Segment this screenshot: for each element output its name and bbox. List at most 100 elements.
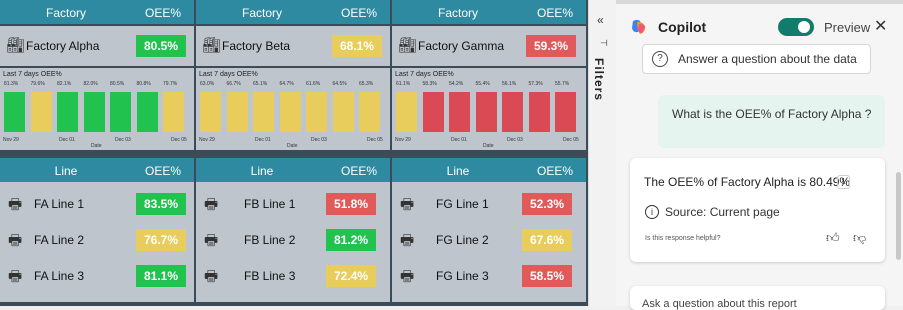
filters-pane[interactable]: « ⊣ Filters — [588, 0, 616, 306]
bar-area: 63.0% 66.7% 65.1% 64.7% 61.6% 64.5% 65.3% Nov 2… — [199, 80, 387, 149]
line-oee-badge: 52.3% — [522, 193, 572, 215]
bar-data-label: 82.0% — [83, 81, 98, 87]
machine-icon: 🖶︎ — [8, 232, 23, 249]
line-row[interactable]: 🖶︎ FB Line 2 81.2% — [196, 222, 390, 258]
bar-data-label: 66.7% — [226, 81, 241, 87]
bar[interactable] — [163, 92, 184, 132]
pin-icon[interactable]: ⊣ — [600, 38, 608, 49]
line-name: FB Line 3 — [244, 269, 296, 283]
trend-title: Last 7 days OEE% — [199, 71, 258, 78]
report-canvas: Factory OEE% 🏭︎ Factory Alpha 80.5% Last… — [0, 0, 588, 306]
factory-name: Factory Beta — [222, 39, 291, 53]
factory-card[interactable]: 🏭︎ Factory Alpha 80.5% — [0, 26, 194, 66]
trend-chart: Last 7 days OEE% 61.1% 58.3% 54.2% 55.4% 56.… — [392, 68, 586, 150]
line-row[interactable]: 🖶︎ FG Line 1 52.3% — [392, 186, 586, 222]
bar[interactable] — [279, 92, 301, 132]
question-icon: ? — [652, 51, 668, 67]
axis-tick-label: Dec 01 — [255, 137, 271, 143]
bar[interactable] — [475, 92, 497, 132]
reference-badge[interactable]: 1 — [837, 175, 850, 189]
thumbs-down-icon[interactable]: 👎︎ — [853, 230, 866, 246]
bar[interactable] — [449, 92, 470, 132]
bar[interactable] — [57, 92, 78, 132]
line-name: FB Line 1 — [244, 197, 296, 211]
preview-toggle[interactable] — [778, 18, 814, 36]
line-name: FA Line 3 — [34, 269, 85, 283]
user-message: What is the OEE% of Factory Alpha ? — [658, 95, 885, 148]
line-row[interactable]: 🖶︎ FA Line 1 83.5% — [0, 186, 194, 222]
bar[interactable] — [200, 92, 221, 132]
factory-card[interactable]: 🏭︎ Factory Beta 68.1% — [196, 26, 390, 66]
copilot-title: Copilot — [658, 19, 707, 35]
factory-header: Factory OEE% — [392, 0, 586, 24]
line-row[interactable]: 🖶︎ FB Line 3 72.4% — [196, 258, 390, 294]
bar-data-label: 79.6% — [30, 81, 45, 87]
bar[interactable] — [30, 92, 52, 132]
bar[interactable] — [332, 92, 354, 132]
bar[interactable] — [555, 92, 576, 132]
bar-data-label: 80.8% — [136, 81, 151, 87]
machine-icon: 🖶︎ — [400, 196, 415, 213]
bar[interactable] — [253, 92, 274, 132]
bar[interactable] — [4, 92, 25, 132]
copilot-pane: Copilot Preview ✕ ? Answer a question ab… — [616, 0, 903, 310]
scrollbar[interactable] — [896, 172, 901, 260]
line-header: Line OEE% — [196, 158, 390, 182]
bar[interactable] — [422, 92, 444, 132]
bar-data-label: 61.6% — [306, 81, 321, 87]
bar[interactable] — [502, 92, 523, 132]
line-row[interactable]: 🖶︎ FG Line 3 58.5% — [392, 258, 586, 294]
response-card: The OEE% of Factory Alpha is 80.49% 1 i … — [630, 158, 885, 262]
factory-column: Factory OEE% 🏭︎ Factory Beta 68.1% Last … — [196, 0, 390, 306]
axis-tick-label: Dec 01 — [451, 137, 467, 143]
info-icon: i — [645, 205, 659, 219]
bar[interactable] — [359, 92, 380, 132]
line-name: FA Line 2 — [34, 233, 85, 247]
factory-column: Factory OEE% 🏭︎ Factory Gamma 59.3% Last… — [392, 0, 586, 306]
bar-data-label: 65.1% — [253, 81, 268, 87]
trend-title: Last 7 days OEE% — [3, 71, 62, 78]
bar[interactable] — [528, 92, 550, 132]
line-row[interactable]: 🖶︎ FB Line 1 51.8% — [196, 186, 390, 222]
trend-chart: Last 7 days OEE% 63.0% 66.7% 65.1% 64.7% 61.… — [196, 68, 390, 150]
machine-icon: 🖶︎ — [8, 196, 23, 213]
factory-oee-badge: 68.1% — [332, 35, 382, 57]
axis-tick-label: Nov 29 — [3, 137, 19, 143]
bar-data-label: 64.7% — [279, 81, 294, 87]
bar-data-label: 63.0% — [200, 81, 215, 87]
thumbs-up-icon[interactable]: 👍︎ — [826, 230, 840, 246]
axis-tick-label: Nov 29 — [395, 137, 411, 143]
axis-tick-label: Dec 05 — [171, 137, 187, 143]
bar[interactable] — [306, 92, 327, 132]
bar[interactable] — [136, 92, 158, 132]
bar-area: 81.3% 79.6% 82.1% 82.0% 80.5% 80.8% 79.7% Nov 2… — [3, 80, 191, 149]
line-name: FG Line 3 — [436, 269, 489, 283]
line-name: FB Line 2 — [244, 233, 296, 247]
bar[interactable] — [226, 92, 248, 132]
factory-card[interactable]: 🏭︎ Factory Gamma 59.3% — [392, 26, 586, 66]
bar[interactable] — [83, 92, 105, 132]
close-icon[interactable]: ✕ — [874, 16, 887, 36]
axis-tick-label: Nov 29 — [199, 137, 215, 143]
bar-data-label: 54.2% — [449, 81, 464, 87]
preview-label: Preview — [824, 20, 871, 35]
bar-data-label: 55.7% — [555, 81, 570, 87]
collapse-chevron-icon[interactable]: « — [597, 13, 604, 27]
line-list: 🖶︎ FB Line 1 51.8% 🖶︎ FB Line 2 81.2% 🖶︎ F… — [196, 182, 390, 302]
line-row[interactable]: 🖶︎ FG Line 2 67.6% — [392, 222, 586, 258]
line-oee-badge: 51.8% — [326, 193, 376, 215]
line-row[interactable]: 🖶︎ FA Line 2 76.7% — [0, 222, 194, 258]
bar[interactable] — [396, 92, 417, 132]
bar-data-label: 79.7% — [163, 81, 178, 87]
bar-data-label: 65.3% — [359, 81, 374, 87]
bar[interactable] — [110, 92, 131, 132]
ask-question-button[interactable]: ? Answer a question about the data — [642, 44, 871, 74]
factory-header: Factory OEE% — [0, 0, 194, 24]
factory-icon: 🏭︎ — [6, 37, 26, 54]
axis-tick-label: Dec 05 — [563, 137, 579, 143]
axis-tick-label: Dec 01 — [59, 137, 75, 143]
axis-tick-label: Dec 03 — [311, 137, 327, 143]
line-row[interactable]: 🖶︎ FA Line 3 81.1% — [0, 258, 194, 294]
bar-data-label: 80.5% — [110, 81, 125, 87]
line-oee-badge: 76.7% — [136, 229, 186, 251]
